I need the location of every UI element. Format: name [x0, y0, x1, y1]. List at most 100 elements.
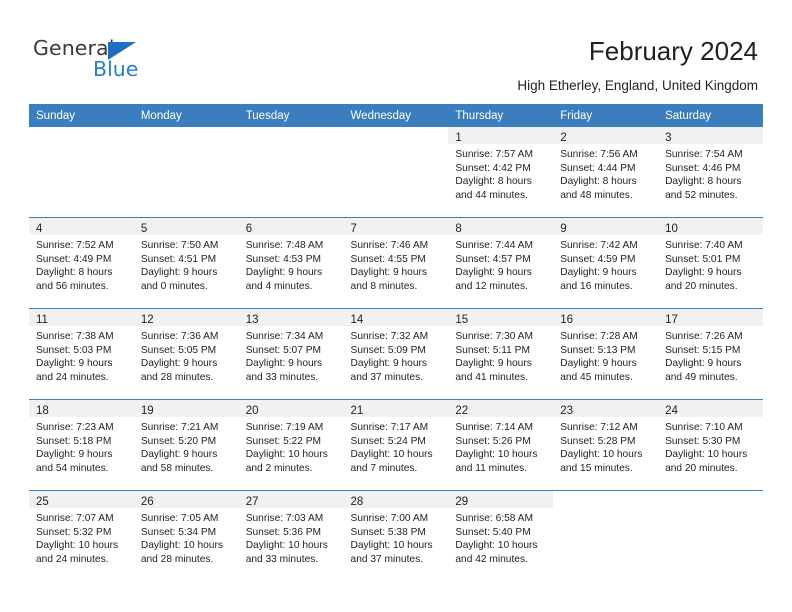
sunrise-text: Sunrise: 7:10 AM	[665, 422, 743, 433]
calendar-day[interactable]: 17 Sunrise: 7:26 AM Sunset: 5:15 PM Dayligh…	[658, 309, 763, 399]
daylight-text: Daylight: 9 hours and 37 minutes.	[350, 358, 427, 384]
calendar-day[interactable]: 1 Sunrise: 7:57 AM Sunset: 4:42 PM Daylight…	[448, 127, 554, 217]
sunset-text: Sunset: 5:01 PM	[665, 253, 741, 265]
calendar-day[interactable]: 22 Sunrise: 7:14 AM Sunset: 5:26 PM Dayligh…	[448, 400, 554, 490]
calendar-day[interactable]: 7 Sunrise: 7:46 AM Sunset: 4:55 PM Daylight…	[343, 218, 449, 308]
calendar-day[interactable]: 11 Sunrise: 7:38 AM Sunset: 5:03 PM Dayligh…	[29, 309, 134, 399]
calendar-day[interactable]: 2 Sunrise: 7:56 AM Sunset: 4:44 PM Daylight…	[553, 127, 659, 217]
calendar-cell: 12 Sunrise: 7:36 AM Sunset: 5:05 PM Dayligh…	[133, 308, 239, 400]
calendar-day[interactable]: 15 Sunrise: 7:30 AM Sunset: 5:11 PM Dayligh…	[448, 309, 554, 399]
calendar-cell: 4 Sunrise: 7:52 AM Sunset: 4:49 PM Daylight…	[29, 217, 134, 309]
day-number: 13	[245, 314, 259, 326]
sunset-text: Sunset: 4:53 PM	[245, 253, 322, 265]
calendar-cell	[238, 127, 344, 218]
day-number: 14	[350, 314, 364, 326]
day-details: Sunrise: 7:48 AM Sunset: 4:53 PM Daylight:…	[239, 235, 344, 294]
calendar-day[interactable]: 28 Sunrise: 7:00 AM Sunset: 5:38 PM Dayligh…	[343, 491, 449, 581]
day-details: Sunrise: 7:57 AM Sunset: 4:42 PM Daylight:…	[448, 144, 553, 203]
logo-text-general: General	[33, 36, 115, 60]
sunrise-text: Sunrise: 7:50 AM	[140, 240, 219, 251]
calendar-day[interactable]: 26 Sunrise: 7:05 AM Sunset: 5:34 PM Dayligh…	[133, 491, 239, 581]
calendar-day[interactable]: 29 Sunrise: 6:58 AM Sunset: 5:40 PM Dayligh…	[448, 491, 554, 581]
day-number: 15	[455, 314, 469, 326]
calendar-day[interactable]: 23 Sunrise: 7:12 AM Sunset: 5:28 PM Dayligh…	[553, 400, 659, 490]
calendar-day[interactable]: 8 Sunrise: 7:44 AM Sunset: 4:57 PM Daylight…	[448, 218, 554, 308]
day-details: Sunrise: 7:44 AM Sunset: 4:57 PM Daylight:…	[448, 235, 553, 294]
day-number-band	[239, 127, 344, 144]
calendar-cell: 24 Sunrise: 7:10 AM Sunset: 5:30 PM Dayligh…	[658, 399, 763, 491]
day-details: Sunrise: 7:05 AM Sunset: 5:34 PM Daylight:…	[134, 508, 239, 567]
calendar-day[interactable]: 6 Sunrise: 7:48 AM Sunset: 4:53 PM Daylight…	[238, 218, 344, 308]
calendar-day[interactable]: 25 Sunrise: 7:07 AM Sunset: 5:32 PM Dayligh…	[29, 491, 134, 581]
calendar-day[interactable]: 24 Sunrise: 7:10 AM Sunset: 5:30 PM Dayligh…	[658, 400, 763, 490]
day-number-band: 8	[448, 218, 554, 235]
calendar-day[interactable]: 14 Sunrise: 7:32 AM Sunset: 5:09 PM Dayligh…	[343, 309, 449, 399]
day-details: Sunrise: 7:19 AM Sunset: 5:22 PM Daylight:…	[239, 417, 344, 476]
day-number-band	[658, 491, 763, 508]
daylight-text: Daylight: 10 hours and 7 minutes.	[350, 449, 433, 475]
calendar-day[interactable]: 16 Sunrise: 7:28 AM Sunset: 5:13 PM Dayligh…	[553, 309, 659, 399]
calendar-cell: 21 Sunrise: 7:17 AM Sunset: 5:24 PM Dayligh…	[343, 399, 449, 491]
daylight-text: Daylight: 10 hours and 11 minutes.	[455, 449, 538, 475]
calendar-cell: 23 Sunrise: 7:12 AM Sunset: 5:28 PM Dayligh…	[553, 399, 659, 491]
calendar-week-row: 4 Sunrise: 7:52 AM Sunset: 4:49 PM Daylight…	[29, 217, 763, 309]
sunrise-text: Sunrise: 7:57 AM	[455, 149, 533, 160]
day-number-band: 4	[29, 218, 134, 235]
calendar-cell: 27 Sunrise: 7:03 AM Sunset: 5:36 PM Dayligh…	[238, 490, 344, 581]
calendar-day[interactable]: 20 Sunrise: 7:19 AM Sunset: 5:22 PM Dayligh…	[238, 400, 344, 490]
calendar-day[interactable]: 18 Sunrise: 7:23 AM Sunset: 5:18 PM Dayligh…	[29, 400, 134, 490]
day-details: Sunrise: 7:50 AM Sunset: 4:51 PM Daylight:…	[134, 235, 239, 294]
day-details: Sunrise: 7:38 AM Sunset: 5:03 PM Daylight:…	[29, 326, 134, 385]
calendar-cell: 26 Sunrise: 7:05 AM Sunset: 5:34 PM Dayligh…	[133, 490, 239, 581]
calendar-cell: 3 Sunrise: 7:54 AM Sunset: 4:46 PM Daylight…	[658, 127, 763, 218]
calendar-day[interactable]: 5 Sunrise: 7:50 AM Sunset: 4:51 PM Daylight…	[133, 218, 239, 308]
sunset-text: Sunset: 5:38 PM	[350, 526, 426, 538]
daylight-text: Daylight: 8 hours and 48 minutes.	[560, 176, 637, 202]
sunset-text: Sunset: 4:44 PM	[560, 162, 636, 174]
day-number: 20	[245, 405, 259, 417]
daylight-text: Daylight: 9 hours and 12 minutes.	[455, 267, 532, 293]
day-number-band: 23	[553, 400, 659, 417]
daylight-text: Daylight: 10 hours and 20 minutes.	[665, 449, 748, 475]
calendar-day[interactable]: 3 Sunrise: 7:54 AM Sunset: 4:46 PM Daylight…	[658, 127, 763, 217]
calendar-day-empty	[134, 127, 239, 217]
sunset-text: Sunset: 5:30 PM	[665, 435, 741, 447]
calendar-day[interactable]: 12 Sunrise: 7:36 AM Sunset: 5:05 PM Dayligh…	[133, 309, 239, 399]
calendar-day[interactable]: 27 Sunrise: 7:03 AM Sunset: 5:36 PM Dayligh…	[238, 491, 344, 581]
logo-text-blue: Blue	[93, 57, 139, 81]
daylight-text: Daylight: 9 hours and 28 minutes.	[140, 358, 218, 384]
day-number: 6	[245, 223, 253, 235]
sunset-text: Sunset: 5:11 PM	[455, 344, 530, 356]
calendar-cell	[29, 127, 134, 218]
calendar-day[interactable]: 19 Sunrise: 7:21 AM Sunset: 5:20 PM Dayligh…	[133, 400, 239, 490]
calendar-day[interactable]: 21 Sunrise: 7:17 AM Sunset: 5:24 PM Dayligh…	[343, 400, 449, 490]
calendar-page: General Blue February 2024 High Etherley…	[0, 0, 792, 612]
sunset-text: Sunset: 4:51 PM	[140, 253, 217, 265]
calendar-day[interactable]: 13 Sunrise: 7:34 AM Sunset: 5:07 PM Dayligh…	[238, 309, 344, 399]
daylight-text: Daylight: 10 hours and 24 minutes.	[36, 540, 119, 566]
sunrise-text: Sunrise: 7:07 AM	[36, 513, 114, 524]
daylight-text: Daylight: 10 hours and 37 minutes.	[350, 540, 433, 566]
day-number-band	[134, 127, 239, 144]
day-number: 8	[455, 223, 462, 235]
sunset-text: Sunset: 5:20 PM	[140, 435, 217, 447]
calendar-day[interactable]: 4 Sunrise: 7:52 AM Sunset: 4:49 PM Daylight…	[29, 218, 134, 308]
calendar-cell: 1 Sunrise: 7:57 AM Sunset: 4:42 PM Daylight…	[448, 127, 554, 218]
day-number-band: 18	[29, 400, 134, 417]
sunset-text: Sunset: 4:59 PM	[560, 253, 636, 265]
day-number: 5	[140, 223, 148, 235]
day-details: Sunrise: 7:17 AM Sunset: 5:24 PM Daylight:…	[344, 417, 449, 476]
daylight-text: Daylight: 9 hours and 4 minutes.	[245, 267, 323, 293]
calendar-day[interactable]: 10 Sunrise: 7:40 AM Sunset: 5:01 PM Dayligh…	[658, 218, 763, 308]
sunset-text: Sunset: 4:42 PM	[455, 162, 531, 174]
sunrise-text: Sunrise: 7:14 AM	[455, 422, 533, 433]
calendar-cell: 28 Sunrise: 7:00 AM Sunset: 5:38 PM Dayligh…	[343, 490, 449, 581]
calendar-day-empty	[658, 491, 763, 581]
sunset-text: Sunset: 5:40 PM	[455, 526, 531, 538]
day-number-band: 26	[133, 491, 239, 508]
general-blue-logo[interactable]: General Blue	[33, 38, 253, 88]
calendar-day[interactable]: 9 Sunrise: 7:42 AM Sunset: 4:59 PM Daylight…	[553, 218, 659, 308]
day-number: 4	[36, 223, 43, 235]
daylight-text: Daylight: 8 hours and 44 minutes.	[455, 176, 532, 202]
calendar-cell: 15 Sunrise: 7:30 AM Sunset: 5:11 PM Dayligh…	[448, 308, 554, 400]
